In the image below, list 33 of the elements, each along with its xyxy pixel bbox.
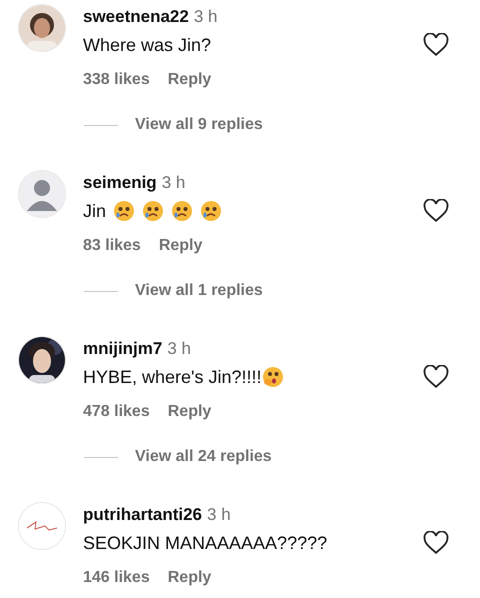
heart-icon[interactable] — [423, 33, 449, 57]
likes-count: 83 likes — [83, 237, 141, 255]
heart-icon[interactable] — [423, 531, 449, 555]
timestamp: 3 h — [162, 173, 186, 193]
gasping-face-icon — [262, 366, 284, 388]
crying-face-icon — [113, 200, 136, 222]
view-replies-button[interactable]: View all 9 replies — [135, 116, 263, 134]
avatar-icon — [19, 171, 65, 217]
timestamp: 3 h — [167, 339, 191, 359]
timestamp: 3 h — [207, 505, 231, 525]
reply-button[interactable]: Reply — [158, 237, 202, 255]
likes-count: 146 likes — [83, 569, 150, 587]
heart-icon[interactable] — [423, 199, 449, 223]
username[interactable]: seimenig — [83, 173, 157, 193]
likes-count: 338 likes — [83, 71, 150, 89]
reply-button[interactable]: Reply — [168, 569, 212, 587]
username[interactable]: sweetnena22 — [83, 7, 189, 27]
reply-button[interactable]: Reply — [168, 403, 212, 421]
username[interactable]: mnijinjm7 — [83, 339, 162, 359]
username[interactable]: putrihartanti26 — [83, 505, 202, 525]
timestamp: 3 h — [194, 7, 218, 27]
comment-text: Jin — [83, 200, 106, 222]
comment-text: HYBE, where's Jin?!!!! — [83, 366, 262, 388]
comment-text: Where was Jin? — [83, 34, 212, 56]
reply-button[interactable]: Reply — [168, 71, 212, 89]
crying-face-icon — [171, 200, 194, 222]
heart-icon[interactable] — [423, 365, 449, 389]
view-replies-button[interactable]: View all 24 replies — [135, 448, 272, 466]
likes-count: 478 likes — [83, 403, 150, 421]
comment-text: SEOKJIN MANAAAAAA????? — [83, 532, 328, 554]
crying-face-icon — [142, 200, 164, 222]
crying-face-icon — [200, 200, 222, 222]
view-replies-button[interactable]: View all 1 replies — [135, 282, 263, 300]
